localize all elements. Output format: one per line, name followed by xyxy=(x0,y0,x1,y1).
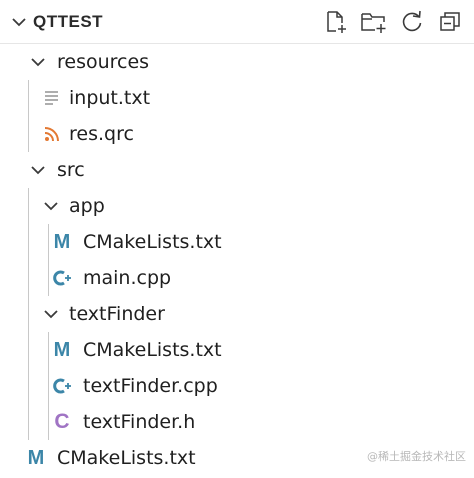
cmake-icon: M xyxy=(27,447,45,469)
cpp-icon xyxy=(52,268,72,288)
chevron-down-icon xyxy=(31,166,45,175)
tree-file-app-cmakelists[interactable]: M CMakeLists.txt xyxy=(0,224,474,260)
cmake-icon: M xyxy=(53,339,71,361)
tree-folder-textfinder[interactable]: textFinder xyxy=(0,296,474,332)
cmake-icon: M xyxy=(53,231,71,253)
c-header-icon: C xyxy=(54,410,70,433)
explorer-header[interactable]: QTTEST xyxy=(0,0,474,44)
folder-label: textFinder xyxy=(69,303,165,325)
tree-folder-app[interactable]: app xyxy=(0,188,474,224)
file-label: main.cpp xyxy=(83,267,172,289)
tree-folder-src[interactable]: src xyxy=(0,152,474,188)
refresh-icon xyxy=(402,10,422,32)
tree-file-textfinder-cpp[interactable]: textFinder.cpp xyxy=(0,368,474,404)
file-label: CMakeLists.txt xyxy=(57,447,196,469)
collapse-all-icon xyxy=(440,12,460,31)
new-file-icon xyxy=(327,11,346,33)
file-label: textFinder.cpp xyxy=(83,375,218,397)
file-label: CMakeLists.txt xyxy=(83,339,222,361)
explorer-actions xyxy=(322,8,464,38)
chevron-down-icon[interactable] xyxy=(10,13,28,31)
file-explorer: QTTEST resources input.txt res.qrc src a… xyxy=(0,0,474,478)
chevron-down-icon xyxy=(44,310,58,319)
tree-file-res-qrc[interactable]: res.qrc xyxy=(0,116,474,152)
new-file-button[interactable] xyxy=(322,8,350,36)
chevron-down-icon xyxy=(44,202,58,211)
tree-folder-resources[interactable]: resources xyxy=(0,44,474,80)
tree-file-input-txt[interactable]: input.txt xyxy=(0,80,474,116)
file-label: input.txt xyxy=(69,87,151,109)
file-label: textFinder.h xyxy=(83,411,196,433)
watermark: @稀土掘金技术社区 xyxy=(367,450,466,463)
cpp-icon xyxy=(52,376,72,396)
file-label: res.qrc xyxy=(69,123,134,145)
folder-label: resources xyxy=(57,51,150,73)
tree-file-textfinder-cmakelists[interactable]: M CMakeLists.txt xyxy=(0,332,474,368)
refresh-button[interactable] xyxy=(398,8,426,36)
tree-file-main-cpp[interactable]: main.cpp xyxy=(0,260,474,296)
file-label: CMakeLists.txt xyxy=(83,231,222,253)
tree-file-textfinder-h[interactable]: C textFinder.h xyxy=(0,404,474,440)
folder-label: src xyxy=(57,159,85,181)
new-folder-icon xyxy=(361,13,386,33)
text-file-icon xyxy=(42,88,62,108)
rss-icon xyxy=(42,124,62,144)
new-folder-button[interactable] xyxy=(360,8,388,36)
chevron-down-icon xyxy=(31,58,45,67)
folder-label: app xyxy=(69,195,105,217)
collapse-all-button[interactable] xyxy=(436,8,464,36)
explorer-title: QTTEST xyxy=(33,12,104,31)
